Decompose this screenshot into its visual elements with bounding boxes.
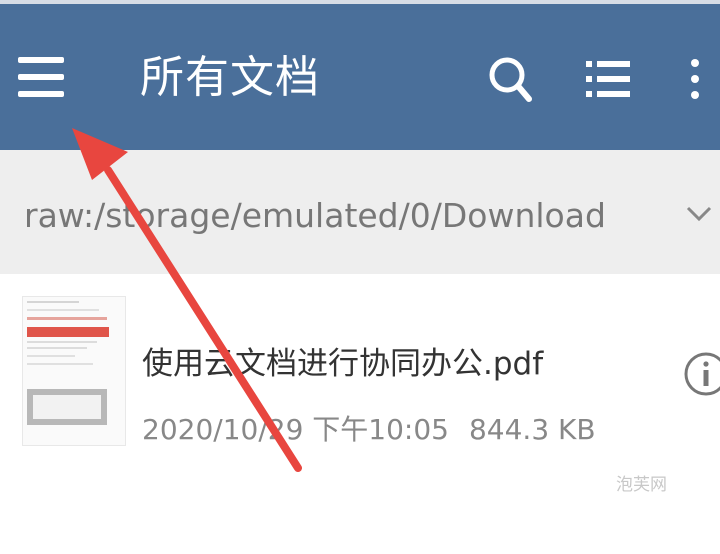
watermark: 泡芙网 [616, 475, 667, 495]
file-date: 2020/10/29 下午10:05 [142, 413, 449, 446]
path-bar[interactable]: raw:/storage/emulated/0/Download [0, 150, 720, 274]
list-view-icon [586, 61, 630, 97]
pdf-preview-image [27, 301, 109, 425]
file-size: 844.3 KB [468, 413, 596, 446]
search-icon [489, 57, 532, 102]
info-icon[interactable] [682, 348, 720, 400]
app-bar: 所有文档 [0, 0, 720, 150]
file-name: 使用云文档进行协同办公.pdf [142, 346, 544, 382]
file-meta: 2020/10/29 下午10:05 844.3 KB [142, 408, 596, 448]
list-view-button[interactable] [580, 46, 636, 112]
chevron-down-icon[interactable] [684, 198, 714, 228]
hamburger-menu-icon [18, 57, 64, 97]
more-options-button[interactable] [670, 46, 720, 112]
file-thumbnail [22, 296, 126, 446]
current-path: raw:/storage/emulated/0/Download [24, 196, 606, 235]
page-title: 所有文档 [140, 52, 320, 103]
search-button[interactable] [482, 46, 538, 112]
more-vert-icon [691, 59, 699, 99]
menu-button[interactable] [10, 44, 72, 110]
